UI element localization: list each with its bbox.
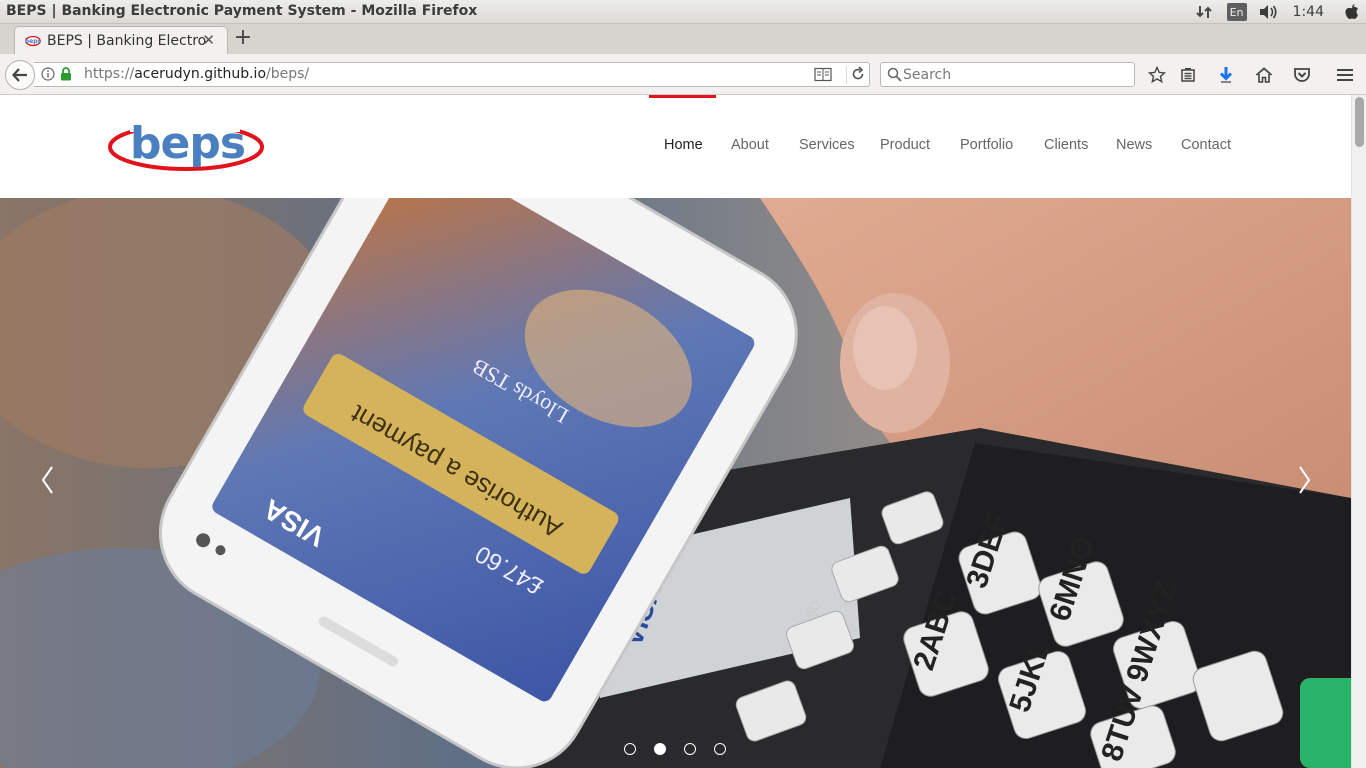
bookmark-star-icon[interactable] — [1146, 64, 1168, 86]
url-text[interactable]: https://acerudyn.github.io/beps/ — [84, 66, 309, 82]
carousel-next-button[interactable] — [1292, 460, 1318, 500]
nav-home[interactable]: Home — [664, 137, 703, 153]
secure-lock-icon[interactable] — [60, 67, 72, 81]
tab-title: BEPS | Banking Electro — [47, 33, 207, 49]
page-viewport: beps Home About Services Product Portfol… — [0, 95, 1366, 768]
new-tab-button[interactable]: + — [232, 27, 254, 51]
reader-view-icon[interactable] — [814, 67, 832, 82]
pocket-icon[interactable] — [1291, 64, 1313, 86]
back-button[interactable] — [5, 60, 35, 90]
carousel-dot-2[interactable] — [654, 743, 666, 755]
nav-services[interactable]: Services — [799, 137, 855, 153]
nav-clients[interactable]: Clients — [1044, 137, 1088, 153]
url-host: acerudyn.github.io — [134, 66, 267, 82]
tab-beps[interactable]: beps BEPS | Banking Electro ✕ — [14, 26, 228, 54]
chevron-left-icon — [41, 466, 53, 494]
beps-favicon-icon: beps — [25, 35, 41, 47]
volume-icon[interactable] — [1257, 0, 1279, 24]
clock[interactable]: 1:44 — [1293, 0, 1324, 24]
bookmarks-library-icon[interactable] — [1177, 64, 1199, 86]
page-scrollbar[interactable] — [1351, 95, 1366, 768]
os-title-bar: BEPS | Banking Electronic Payment System… — [0, 0, 1366, 24]
scrollbar-thumb[interactable] — [1355, 97, 1364, 147]
url-path: /beps/ — [266, 66, 310, 82]
nav-news[interactable]: News — [1116, 137, 1152, 153]
tab-close-icon[interactable]: ✕ — [202, 31, 215, 49]
carousel-dot-4[interactable] — [714, 743, 726, 755]
nav-contact[interactable]: Contact — [1181, 137, 1231, 153]
search-icon — [887, 67, 902, 82]
url-bar[interactable]: https://acerudyn.github.io/beps/ — [34, 62, 870, 87]
downloads-icon[interactable] — [1215, 64, 1237, 86]
system-tray: En 1:44 — [1193, 0, 1366, 24]
search-input[interactable] — [903, 66, 1128, 84]
carousel-dot-1[interactable] — [624, 743, 636, 755]
reload-button[interactable] — [846, 66, 864, 84]
reload-icon — [852, 66, 864, 80]
back-arrow-icon — [12, 68, 27, 82]
keyboard-language-indicator[interactable]: En — [1226, 3, 1247, 21]
logo-text: beps — [130, 118, 246, 169]
svg-text:beps: beps — [25, 38, 41, 45]
chevron-right-icon — [1299, 466, 1311, 494]
carousel-prev-button[interactable] — [34, 460, 60, 500]
site-header: beps Home About Services Product Portfol… — [0, 95, 1351, 198]
hero-slide-image: VISA IPP350 3DEF 6MNO — [0, 198, 1351, 768]
carousel-dot-3[interactable] — [684, 743, 696, 755]
hero-carousel: VISA IPP350 3DEF 6MNO — [0, 198, 1351, 768]
search-box[interactable] — [880, 62, 1135, 87]
hamburger-menu-icon[interactable] — [1334, 64, 1356, 86]
network-icon[interactable] — [1193, 0, 1215, 24]
home-icon[interactable] — [1253, 64, 1275, 86]
nav-portfolio[interactable]: Portfolio — [960, 137, 1013, 153]
navigation-toolbar: https://acerudyn.github.io/beps/ — [0, 54, 1366, 95]
nav-active-indicator — [649, 95, 716, 98]
url-scheme: https:// — [84, 66, 135, 82]
window-title: BEPS | Banking Electronic Payment System… — [6, 3, 478, 19]
apple-menu-icon[interactable] — [1344, 0, 1360, 24]
nav-about[interactable]: About — [731, 137, 769, 153]
site-info-icon[interactable] — [41, 67, 55, 81]
nav-product[interactable]: Product — [880, 137, 930, 153]
tab-strip: beps BEPS | Banking Electro ✕ + — [0, 24, 1366, 54]
site-logo[interactable]: beps — [106, 118, 266, 174]
